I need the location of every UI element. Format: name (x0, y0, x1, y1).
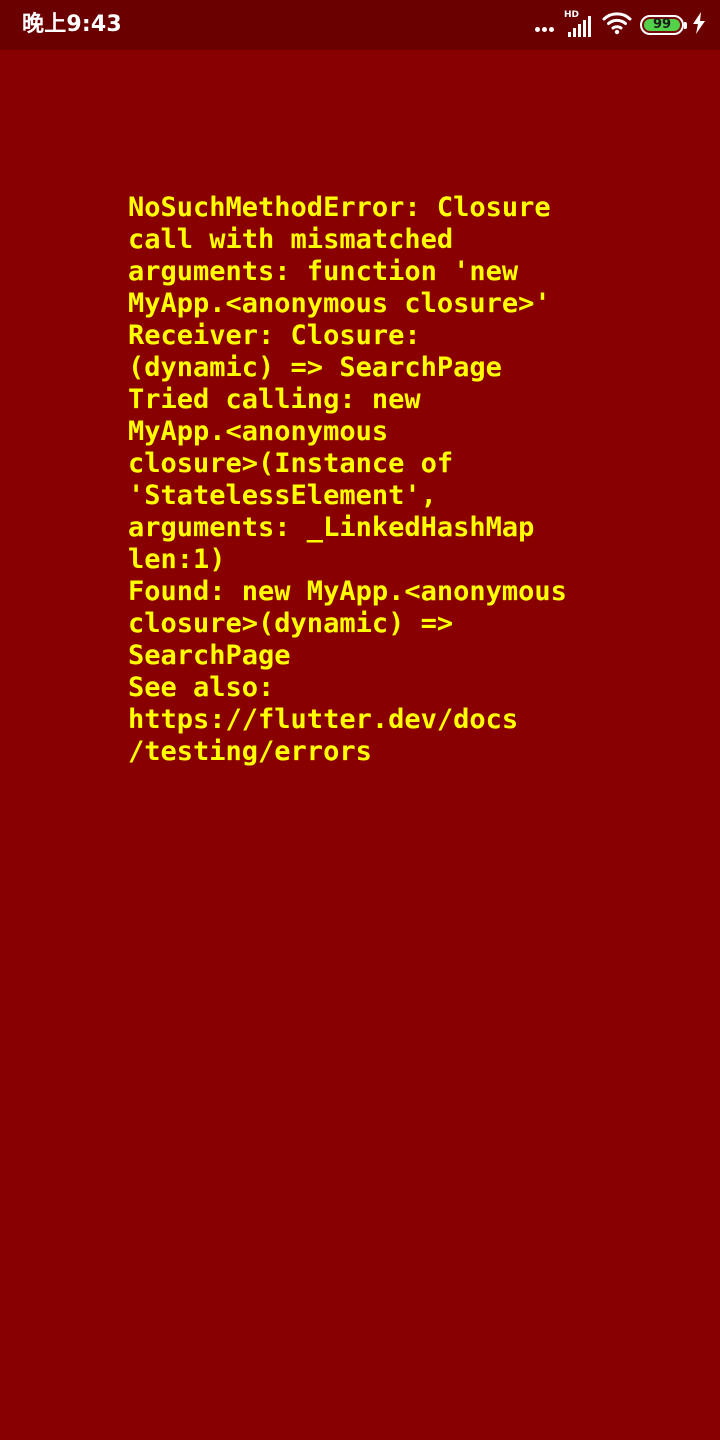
error-line: See also: (128, 672, 275, 703)
error-line: arguments: _LinkedHashMap (128, 512, 535, 543)
error-message: NoSuchMethodError: Closure call with mis… (128, 192, 598, 768)
error-line: MyApp.<anonymous closure>' (128, 288, 551, 319)
error-line: call with mismatched (128, 224, 454, 255)
status-bar: 晚上9:43 HD 99 (0, 0, 720, 50)
error-line: arguments: function 'new (128, 256, 519, 287)
battery-icon: 99 (640, 15, 687, 35)
error-line: https://flutter.dev/docs (128, 704, 519, 735)
error-line: 'StatelessElement', (128, 480, 437, 511)
status-icons: HD 99 (527, 0, 706, 50)
charging-bolt-icon (692, 12, 706, 38)
battery-level: 99 (652, 17, 672, 32)
error-line: Receiver: Closure: (128, 320, 421, 351)
wifi-icon (602, 11, 632, 39)
error-line: /testing/errors (128, 736, 372, 767)
error-line: SearchPage (128, 640, 291, 671)
error-line: closure>(dynamic) => (128, 608, 454, 639)
status-time: 晚上9:43 (22, 12, 122, 37)
error-line: len:1) (128, 544, 226, 575)
error-line: MyApp.<anonymous (128, 416, 389, 447)
error-line: Tried calling: new (128, 384, 421, 415)
error-line: closure>(Instance of (128, 448, 454, 479)
error-line: (dynamic) => SearchPage (128, 352, 502, 383)
error-line: Found: new MyApp.<anonymous (128, 576, 567, 607)
more-dots-icon (535, 18, 556, 32)
battery-cap (684, 22, 687, 29)
cellular-signal-icon: HD (564, 10, 594, 40)
error-line: NoSuchMethodError: Closure (128, 192, 551, 223)
